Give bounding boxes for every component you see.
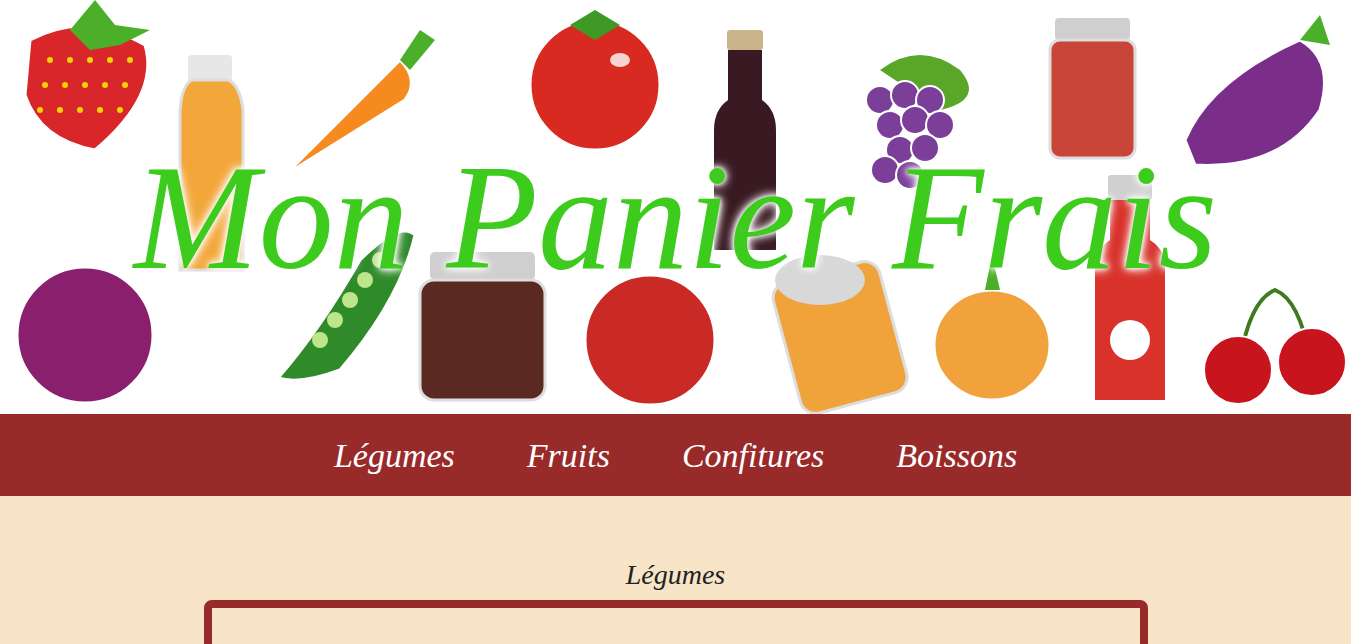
banner: Mon Panier Frais xyxy=(0,0,1351,414)
cherries-icon xyxy=(1204,290,1346,404)
nav-link[interactable]: Légumes xyxy=(334,430,455,481)
main-nav: Légumes Fruits Confitures Boissons xyxy=(0,414,1351,496)
plum-icon xyxy=(17,267,153,403)
section-title: Légumes xyxy=(626,558,726,592)
nav-link[interactable]: Fruits xyxy=(527,430,610,481)
tomato-icon xyxy=(530,10,660,150)
strawberry-icon xyxy=(25,0,150,150)
content: Légumes xyxy=(0,496,1351,644)
nav-link[interactable]: Confitures xyxy=(682,430,824,481)
page: Mon Panier Frais Légumes Fruits Confitures B… xyxy=(0,0,1351,644)
product-panel xyxy=(204,600,1148,644)
nav-link[interactable]: Boissons xyxy=(896,430,1017,481)
site-title: Mon Panier Frais xyxy=(134,135,1217,300)
